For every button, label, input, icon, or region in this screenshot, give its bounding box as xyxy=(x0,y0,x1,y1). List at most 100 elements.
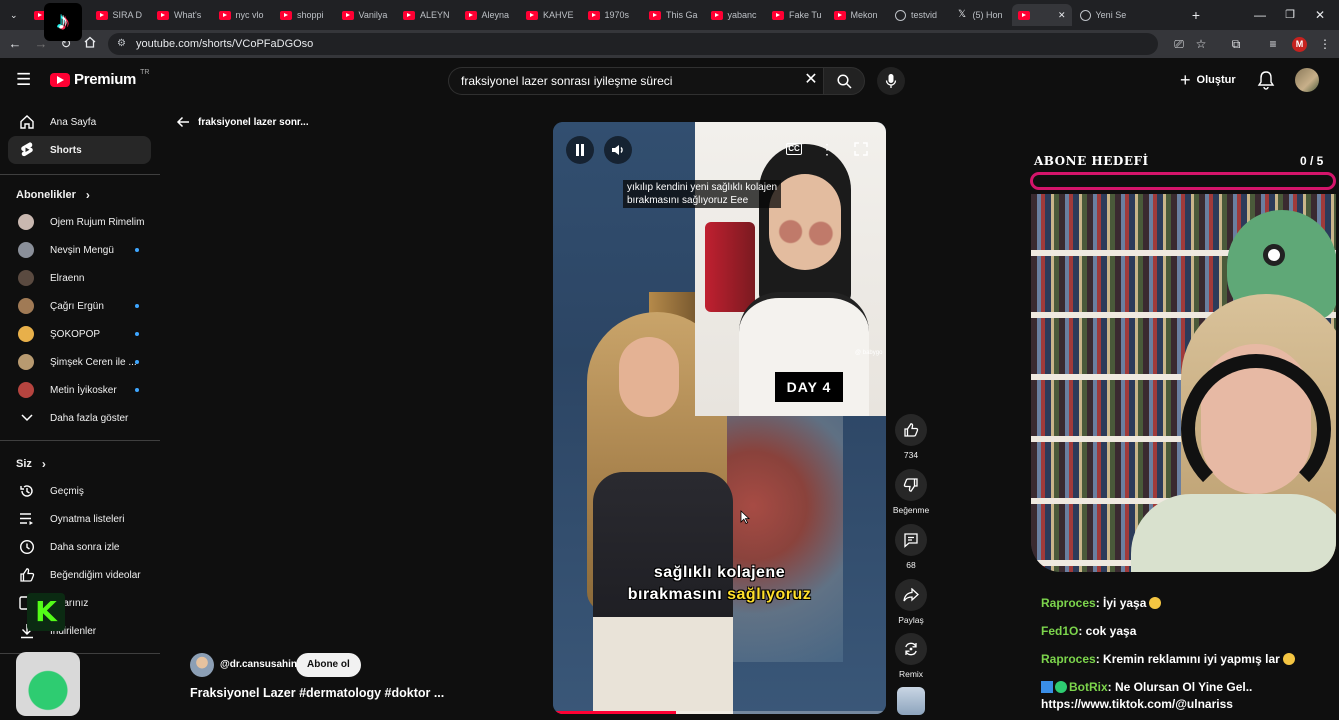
new-tab-button[interactable]: + xyxy=(1186,4,1206,26)
dislike-button[interactable]: Beğenme xyxy=(893,469,929,515)
share-button[interactable]: Paylaş xyxy=(895,579,927,625)
sidebar-item-watch-later[interactable]: Daha sonra izle xyxy=(8,533,151,561)
channel-avatar xyxy=(18,270,34,286)
youtube-icon xyxy=(280,10,292,20)
clear-search-icon[interactable]: ✕ xyxy=(802,71,820,89)
subscriber-goal-title: ABONE HEDEFİ xyxy=(1034,154,1149,168)
sidebar-item-liked-videos[interactable]: Beğendiğim videolar xyxy=(8,561,151,589)
new-content-dot xyxy=(135,332,139,336)
sidebar-subscription-item[interactable]: Elraenn xyxy=(8,264,151,292)
comment-icon xyxy=(904,533,918,548)
shorts-back-row[interactable]: fraksiyonel lazer sonr... xyxy=(176,116,309,128)
you-heading[interactable]: Siz › xyxy=(16,457,46,471)
tab-label: Aleyna xyxy=(481,10,510,20)
tab-search-button[interactable]: ⌄ xyxy=(4,4,24,26)
chat-username: Raproces xyxy=(1041,596,1096,610)
bookmark-star-icon[interactable]: ☆ xyxy=(1192,35,1210,53)
show-more-button[interactable]: Daha fazla göster xyxy=(8,404,151,432)
voice-search-button[interactable] xyxy=(877,67,905,95)
channel-avatar[interactable] xyxy=(190,653,214,677)
sound-thumbnail[interactable] xyxy=(897,687,925,715)
sidebar-subscription-item[interactable]: Çağrı Ergün xyxy=(8,292,151,320)
browser-tab[interactable]: What's xyxy=(151,4,211,26)
like-circle xyxy=(895,414,927,446)
sidebar-subscription-item[interactable]: Nevşin Mengü xyxy=(8,236,151,264)
close-tab-icon[interactable]: ✕ xyxy=(1058,10,1066,21)
more-options-icon[interactable]: ⋮ xyxy=(818,140,836,158)
browser-tab[interactable]: 𝕏 (5) Hon xyxy=(951,4,1011,26)
sidebar-subscription-item[interactable]: Metin İyikosker xyxy=(8,376,151,404)
tab-label: ALEYN xyxy=(420,10,450,20)
channel-avatar xyxy=(18,214,34,230)
browser-tab[interactable]: nyc vlo xyxy=(213,4,273,26)
sidebar-subscription-item[interactable]: Ojem Rujum Rimelim xyxy=(8,208,151,236)
browser-tab[interactable]: shoppi xyxy=(274,4,334,26)
tab-label: Mekon xyxy=(850,10,878,20)
sidebar-subscription-item[interactable]: Şimşek Ceren ile ... xyxy=(8,348,151,376)
browser-tab[interactable]: 1970s xyxy=(582,4,642,26)
profile-avatar[interactable]: M xyxy=(1292,37,1307,52)
hamburger-menu-icon[interactable]: ☰ xyxy=(16,70,36,90)
browser-tab[interactable]: ALEYN xyxy=(397,4,457,26)
volume-button[interactable] xyxy=(604,136,632,164)
globe-icon xyxy=(895,9,906,21)
install-app-icon[interactable]: ⎚ xyxy=(1170,35,1188,53)
search-button[interactable] xyxy=(823,67,865,95)
inset-clothes xyxy=(705,222,755,312)
grin-emoji-icon xyxy=(1282,653,1295,665)
extensions-icon[interactable]: ⧉ xyxy=(1227,35,1245,53)
browser-tab[interactable]: SIRA D xyxy=(90,4,150,26)
home-icon xyxy=(18,113,36,131)
browser-tab[interactable]: Yeni Se xyxy=(1074,4,1134,26)
notifications-bell-icon[interactable] xyxy=(1257,70,1275,90)
back-arrow-icon[interactable]: ← xyxy=(6,35,24,53)
browser-tab[interactable]: KAHVE xyxy=(520,4,580,26)
sidebar-item-history[interactable]: Geçmiş xyxy=(8,477,151,505)
restore-button[interactable]: ❐ xyxy=(1280,6,1300,24)
like-button[interactable]: 734 xyxy=(895,414,927,460)
remix-button[interactable]: Remix xyxy=(895,633,927,679)
subscriptions-heading[interactable]: Abonelikler › xyxy=(16,188,90,202)
browser-tab[interactable]: Mekon xyxy=(828,4,888,26)
video-progress-bar[interactable] xyxy=(553,711,886,714)
create-button[interactable]: + Oluştur xyxy=(1180,70,1236,90)
browser-tab[interactable]: ✕ xyxy=(1012,4,1072,26)
captions-button[interactable]: CC xyxy=(785,140,803,158)
search-input[interactable]: fraksiyonel lazer sonrası iyileşme sürec… xyxy=(448,67,823,95)
playlists-icon xyxy=(18,510,36,528)
comments-button[interactable]: 68 xyxy=(895,524,927,570)
browser-tab[interactable]: This Ga xyxy=(643,4,703,26)
youtube-play-icon xyxy=(50,72,70,87)
sidebar-item-playlists[interactable]: Oynatma listeleri xyxy=(8,505,151,533)
fullscreen-button[interactable] xyxy=(852,140,870,158)
browser-tab[interactable]: yabanc xyxy=(705,4,765,26)
site-info-icon[interactable]: ⚙ xyxy=(117,38,129,50)
browser-tab[interactable]: Aleyna xyxy=(459,4,519,26)
pause-button[interactable] xyxy=(566,136,594,164)
browser-tab[interactable]: Vanilya xyxy=(336,4,396,26)
chat-username: Fed1O xyxy=(1041,624,1079,638)
browser-tab[interactable]: Fake Tu xyxy=(766,4,826,26)
sidebar: Ana Sayfa Shorts Abonelikler › Ojem Ruju… xyxy=(0,102,160,720)
sidebar-subscription-item[interactable]: ŞOKOPOP xyxy=(8,320,151,348)
browser-menu-icon[interactable]: ⋮ xyxy=(1316,35,1334,53)
home-icon[interactable] xyxy=(81,35,99,53)
subscribe-button[interactable]: Abone ol xyxy=(296,653,361,677)
browser-tab[interactable]: testvid xyxy=(889,4,949,26)
shorts-video-player[interactable]: @ babygo DAY 4 yıkılıp kendini yeni sağl… xyxy=(553,122,886,714)
chat-message: Raproces: İyi yaşa xyxy=(1041,596,1162,610)
minimize-button[interactable]: — xyxy=(1250,6,1270,24)
short-title[interactable]: Fraksiyonel Lazer #dermatology #doktor .… xyxy=(190,686,444,700)
sidebar-item-shorts[interactable]: Shorts xyxy=(8,136,151,164)
tab-label: What's xyxy=(174,10,202,20)
tab-label: Vanilya xyxy=(358,10,388,20)
close-window-button[interactable]: ✕ xyxy=(1310,6,1330,24)
webcam-headset xyxy=(1181,354,1331,504)
media-control-icon[interactable]: ≡ xyxy=(1264,35,1282,53)
caption-line: yıkılıp kendini yeni sağlıklı kolajen xyxy=(627,182,778,193)
channel-name[interactable]: @dr.cansusahin xyxy=(220,659,297,670)
url-bar[interactable]: ⚙ youtube.com/shorts/VCoPFaDGOso xyxy=(108,33,1158,55)
sidebar-item-home[interactable]: Ana Sayfa xyxy=(8,108,151,136)
account-avatar[interactable] xyxy=(1295,68,1319,92)
youtube-premium-logo[interactable]: Premium TR xyxy=(50,69,149,88)
